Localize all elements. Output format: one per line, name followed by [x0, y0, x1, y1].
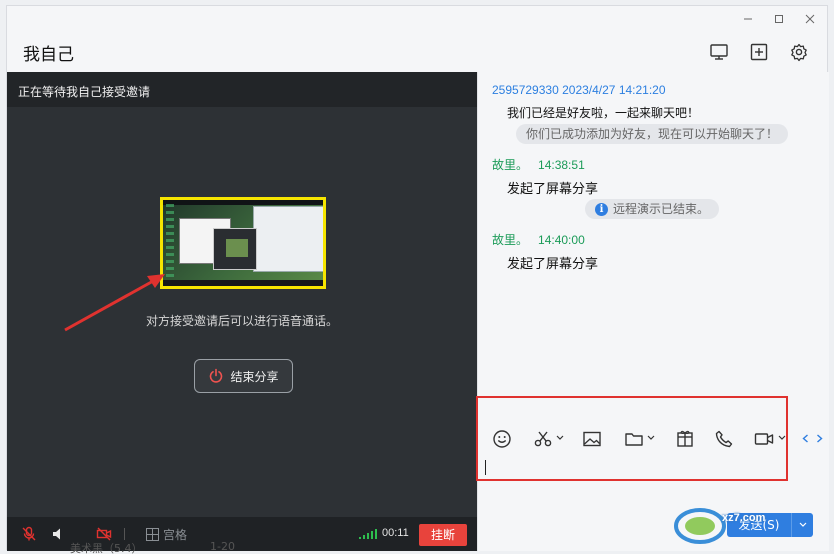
hangup-button[interactable]: 挂断 — [419, 524, 467, 546]
message-toolbar — [478, 421, 830, 457]
info-icon: i — [595, 202, 608, 216]
maximize-icon[interactable] — [767, 12, 791, 28]
message-input[interactable] — [478, 457, 830, 507]
chevron-down-icon[interactable] — [556, 435, 564, 441]
page-title: 我自己 — [23, 45, 74, 65]
video-status: 正在等待我自己接受邀请 — [7, 72, 477, 107]
add-member-icon[interactable] — [749, 42, 769, 62]
chevron-right-icon[interactable] — [816, 434, 823, 443]
end-share-button[interactable]: 结束分享 — [194, 359, 293, 393]
video-panel: 正在等待我自己接受邀请 对方接受邀请后可以进行语音通话。 结束分享 宫格 00:… — [7, 72, 477, 551]
invite-hint: 对方接受邀请后可以进行语音通话。 — [145, 314, 338, 328]
signal-icon — [359, 529, 377, 539]
chevron-down-icon[interactable] — [647, 435, 655, 441]
divider — [124, 528, 125, 540]
screen-share-preview[interactable] — [160, 197, 326, 289]
message-sender: 2595729330 2023/4/27 14:21:20 — [492, 83, 666, 97]
system-tip: 你们已成功添加为好友，现在可以开始聊天了！ — [516, 124, 789, 144]
image-icon[interactable] — [582, 429, 602, 449]
chevron-down-icon[interactable] — [778, 435, 786, 441]
title-bar: 我自己 — [7, 6, 827, 72]
system-tip: i 远程演示已结束。 — [585, 199, 720, 219]
chevron-left-icon[interactable] — [802, 434, 809, 443]
message-text: 我们已经是好友啦，一起来聊天吧！ — [507, 106, 700, 120]
background-list-item: 美术黑（5.4） 1-20 — [24, 540, 244, 554]
power-icon — [210, 368, 223, 383]
folder-icon[interactable] — [624, 429, 644, 449]
message-text: 发起了屏幕分享 — [507, 182, 599, 197]
send-options-button[interactable] — [791, 513, 813, 537]
scissors-icon[interactable] — [533, 429, 553, 449]
message-sender: 故里。 14:38:51 — [492, 158, 585, 172]
message-sender: 故里。 14:40:00 — [492, 233, 585, 247]
call-timer: 00:11 — [382, 527, 409, 539]
chevron-down-icon — [799, 522, 807, 527]
screen-share-icon[interactable] — [709, 42, 729, 62]
video-call-icon[interactable] — [754, 429, 774, 449]
chat-window: 我自己 正在等待我自己接受邀请 对方接受邀请后可以进行语音通话。 结束分享 宫格… — [6, 5, 829, 551]
settings-icon[interactable] — [789, 42, 809, 62]
chat-panel: 2595729330 2023/4/27 14:21:20 我们已经是好友啦，一… — [477, 72, 829, 551]
gift-icon[interactable] — [675, 429, 695, 449]
close-icon[interactable] — [798, 12, 822, 28]
phone-icon[interactable] — [714, 429, 734, 449]
send-button[interactable]: 发送(S) — [727, 513, 791, 537]
text-cursor — [485, 460, 486, 475]
emoji-icon[interactable] — [492, 429, 512, 449]
list-item-time: 1-20 — [210, 540, 235, 553]
list-item-name: 美术黑（5.4） — [70, 542, 143, 554]
message-text: 发起了屏幕分享 — [507, 257, 599, 272]
end-share-label: 结束分享 — [230, 369, 279, 384]
minimize-icon[interactable] — [736, 12, 760, 28]
